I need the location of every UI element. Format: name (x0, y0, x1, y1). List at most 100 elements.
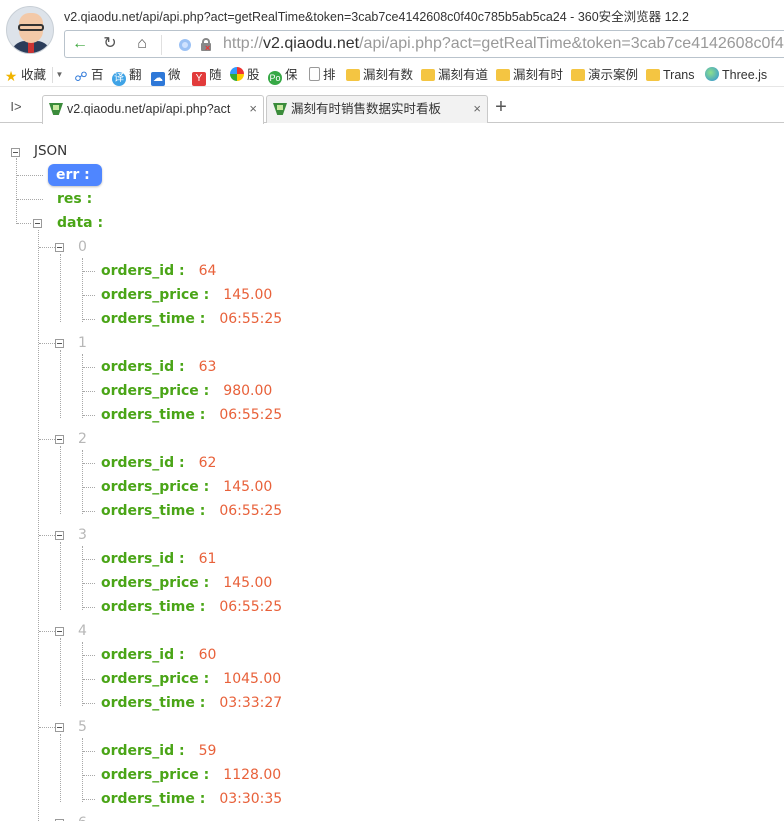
json-field-orders-id[interactable]: orders_id : 59 (101, 740, 216, 762)
bookmark-threejs[interactable]: Three.js (705, 66, 767, 84)
page-icon (309, 67, 320, 81)
baidu-icon: ☍ (74, 69, 88, 84)
collapse-root-icon[interactable] (11, 148, 20, 157)
close-tab-icon[interactable]: × (249, 96, 257, 122)
json-key: orders_price : (101, 671, 210, 687)
bookmark-translate[interactable]: 译翻 (112, 66, 142, 86)
tree-line (83, 487, 95, 488)
tree-line (83, 607, 95, 608)
home-icon[interactable]: ⌂ (131, 34, 153, 54)
collapse-item-icon[interactable] (55, 723, 64, 732)
json-field-orders-price[interactable]: orders_price : 1128.00 (101, 764, 281, 786)
json-field-orders-id[interactable]: orders_id : 64 (101, 260, 216, 282)
bookmark-stock[interactable]: 股 (230, 66, 260, 84)
url-host: v2.qiaodu.net (263, 35, 360, 52)
json-field-orders-time[interactable]: orders_time : 06:55:25 (101, 308, 282, 330)
chrome-icon (230, 67, 244, 81)
insecure-lock-icon[interactable]: × (201, 38, 211, 53)
json-field-orders-id[interactable]: orders_id : 63 (101, 356, 216, 378)
threejs-icon (705, 67, 719, 81)
array-index[interactable]: 2 (78, 428, 87, 450)
tree-line (60, 542, 61, 610)
back-arrow-icon[interactable]: ← (69, 34, 91, 54)
navigation-bar: ← ↻ ⌂ × http://v2.qiaodu.net/api/api.php… (64, 30, 784, 58)
bookmark-rank[interactable]: 排 (309, 66, 336, 84)
json-value: 03:30:35 (219, 791, 283, 807)
json-field-orders-time[interactable]: orders_time : 06:55:25 (101, 500, 282, 522)
tree-line (39, 247, 55, 248)
site-favicon-icon (49, 103, 63, 115)
json-value: 03:33:27 (219, 695, 283, 711)
json-field-orders-time[interactable]: orders_time : 03:30:35 (101, 788, 282, 810)
tree-line (60, 638, 61, 706)
json-value: 06:55:25 (219, 407, 283, 423)
array-index[interactable]: 0 (78, 236, 87, 258)
json-key-data[interactable]: data : (57, 212, 103, 234)
window-title: v2.qiaodu.net/api/api.php?act=getRealTim… (64, 10, 689, 24)
json-field-orders-price[interactable]: orders_price : 980.00 (101, 380, 272, 402)
tree-line (83, 775, 95, 776)
bookmark-folder-1[interactable]: 漏刻有数 (346, 66, 413, 84)
json-field-orders-price[interactable]: orders_price : 145.00 (101, 476, 272, 498)
tree-line (83, 559, 95, 560)
bookmark-po[interactable]: Po 保 (268, 66, 298, 85)
address-divider (161, 35, 162, 55)
tab-api-json[interactable]: v2.qiaodu.net/api/api.php?act × (42, 95, 264, 124)
collapse-item-icon[interactable] (55, 627, 64, 636)
json-field-orders-price[interactable]: orders_price : 145.00 (101, 572, 272, 594)
json-key: orders_price : (101, 287, 210, 303)
bookmark-yahoo[interactable]: Y随 (192, 66, 222, 86)
bookmark-folder-3[interactable]: 漏刻有时 (496, 66, 563, 84)
collapse-item-icon[interactable] (55, 435, 64, 444)
bookmark-folder-4[interactable]: 演示案例 (571, 66, 638, 84)
array-index[interactable]: 5 (78, 716, 87, 738)
bookmark-favorites[interactable]: ★ 收藏 (4, 66, 46, 84)
collapse-item-icon[interactable] (55, 531, 64, 540)
collapse-item-icon[interactable] (55, 243, 64, 252)
new-tab-button[interactable]: + (490, 97, 512, 119)
tree-line (82, 546, 83, 610)
array-index[interactable]: 4 (78, 620, 87, 642)
bookmark-folder-2[interactable]: 漏刻有道 (421, 66, 488, 84)
url-scheme: http:// (223, 35, 264, 52)
json-key: orders_id : (101, 359, 185, 375)
tree-line (39, 727, 55, 728)
tree-line (39, 439, 55, 440)
json-key: orders_id : (101, 455, 185, 471)
bookmark-baidu[interactable]: ☍ 百 (74, 66, 103, 84)
json-field-orders-id[interactable]: orders_id : 61 (101, 548, 216, 570)
json-value: 64 (198, 263, 217, 279)
bookmarks-bar: ★ 收藏 ▼ ☍ 百 译翻 ☁ 微 Y随 股 Po 保 排 漏刻有数 漏刻有道 漏刻有时… (0, 63, 784, 87)
sidebar-toggle-icon[interactable]: I> (6, 98, 26, 116)
json-key: orders_price : (101, 383, 210, 399)
tree-line (60, 254, 61, 322)
address-input[interactable]: http://v2.qiaodu.net/api/api.php?act=get… (223, 34, 784, 54)
close-tab-icon[interactable]: × (473, 96, 481, 122)
json-field-orders-time[interactable]: orders_time : 03:33:27 (101, 692, 282, 714)
user-avatar[interactable] (6, 6, 54, 54)
collapse-item-icon[interactable] (55, 339, 64, 348)
chevron-down-icon[interactable]: ▼ (52, 67, 66, 83)
tab-sales-dashboard[interactable]: 漏刻有时销售数据实时看板 × (266, 95, 488, 123)
bookmark-folder-5[interactable]: Trans (646, 66, 695, 84)
json-field-orders-id[interactable]: orders_id : 60 (101, 644, 216, 666)
json-key-err[interactable]: err : (48, 164, 102, 186)
collapse-data-icon[interactable] (33, 219, 42, 228)
json-field-orders-id[interactable]: orders_id : 62 (101, 452, 216, 474)
json-value: 60 (198, 647, 217, 663)
reload-icon[interactable]: ↻ (99, 34, 121, 54)
tree-line (82, 354, 83, 418)
weibo-icon: ☁ (151, 72, 165, 86)
json-key: orders_id : (101, 647, 185, 663)
json-field-orders-time[interactable]: orders_time : 06:55:25 (101, 596, 282, 618)
array-index[interactable]: 3 (78, 524, 87, 546)
array-index[interactable]: 6 (78, 812, 87, 821)
tree-line (83, 319, 95, 320)
array-index[interactable]: 1 (78, 332, 87, 354)
json-field-orders-price[interactable]: orders_price : 145.00 (101, 284, 272, 306)
bookmark-weibo[interactable]: ☁ 微 (151, 66, 181, 86)
json-key-res[interactable]: res : (57, 188, 92, 210)
security-shield-icon[interactable] (179, 39, 191, 51)
json-field-orders-time[interactable]: orders_time : 06:55:25 (101, 404, 282, 426)
json-field-orders-price[interactable]: orders_price : 1045.00 (101, 668, 281, 690)
